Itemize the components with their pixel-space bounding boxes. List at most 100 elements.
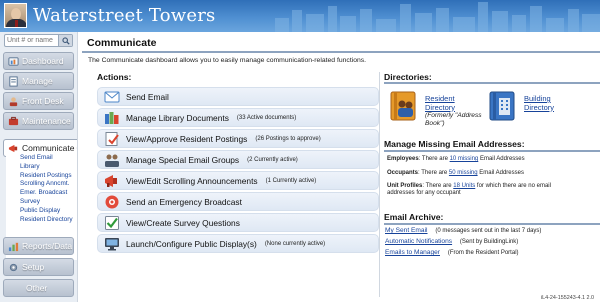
missing-email-rule xyxy=(384,150,600,152)
action-note: (33 Active documents) xyxy=(236,114,297,121)
missing-occupants-line: Occupants: There are 50 missing Email Ad… xyxy=(387,170,597,177)
submenu-resident-directory[interactable]: Resident Directory xyxy=(6,216,77,225)
sidebar-item-label: Communicate xyxy=(22,143,75,153)
sidebar-item-label: Manage xyxy=(22,76,53,86)
building-directory-book-icon xyxy=(489,91,515,121)
submenu-resident-postings[interactable]: Resident Postings xyxy=(6,172,77,181)
column-divider xyxy=(379,72,380,297)
building-directory-link[interactable]: Building Directory xyxy=(486,89,554,123)
action-public-display[interactable]: Launch/Configure Public Display(s) (None… xyxy=(97,234,379,253)
employees-label: Employees xyxy=(387,156,419,162)
sidebar-item-maintenance[interactable]: Maintenance xyxy=(3,112,74,130)
action-label: Send an Emergency Broadcast xyxy=(126,196,242,207)
setup-icon xyxy=(9,263,18,271)
emails-to-manager-link[interactable]: Emails to Manager xyxy=(385,249,440,256)
sidebar-item-other[interactable]: Other xyxy=(3,279,74,297)
missing-email-heading: Manage Missing Email Addresses: xyxy=(384,139,525,149)
occupants-post: Email Addresses xyxy=(477,170,524,176)
sidebar-item-label: Reports/Data xyxy=(22,241,73,251)
title-divider xyxy=(82,51,600,53)
sidebar-item-label: Maintenance xyxy=(22,116,71,126)
survey-check-icon xyxy=(105,215,119,230)
submenu-public-display[interactable]: Public Display xyxy=(6,207,77,216)
email-archive-heading: Email Archive: xyxy=(384,212,444,222)
archive-row-auto: Automatic Notifications (Sent by Buildin… xyxy=(385,238,518,245)
action-label: View/Create Survey Questions xyxy=(126,217,240,228)
submenu-scrolling-anncmt[interactable]: Scrolling Anncmt. xyxy=(6,180,77,189)
resident-directory-book-icon xyxy=(390,91,416,121)
employees-post: Email Addresses xyxy=(478,156,525,162)
sidebar-item-front-desk[interactable]: Front Desk xyxy=(3,92,74,110)
search-icon xyxy=(61,36,70,45)
action-survey-questions[interactable]: View/Create Survey Questions xyxy=(97,213,379,232)
dashboard-icon xyxy=(8,56,19,66)
sidebar: Dashboard Manage Front Desk Maintenance … xyxy=(0,32,77,302)
maintenance-icon xyxy=(8,116,19,125)
my-sent-email-link[interactable]: My Sent Email xyxy=(385,227,428,234)
manage-icon xyxy=(9,75,18,87)
search-button[interactable] xyxy=(58,35,72,46)
sidebar-item-label: Other xyxy=(26,283,48,293)
action-email-groups[interactable]: Manage Special Email Groups (2 Currently… xyxy=(97,150,379,169)
submenu-survey[interactable]: Survey xyxy=(6,198,77,207)
action-manage-library[interactable]: Manage Library Documents (33 Active docu… xyxy=(97,108,379,127)
directories-rule xyxy=(384,82,600,84)
email-icon xyxy=(104,91,120,102)
profiles-units-link[interactable]: 18 Units xyxy=(453,183,475,189)
sidebar-item-label: Dashboard xyxy=(22,56,64,66)
submenu-emer-broadcast[interactable]: Emer. Broadcast xyxy=(6,189,77,198)
sidebar-item-reports-data[interactable]: Reports/Data xyxy=(3,237,74,255)
missing-profiles-line: Unit Profiles: There are 18 Units for wh… xyxy=(387,183,597,198)
city-skyline-graphic xyxy=(275,2,600,32)
submenu-send-email[interactable]: Send Email xyxy=(6,154,77,163)
my-sent-email-note: (0 messages sent out in the last 7 days) xyxy=(435,228,542,234)
user-avatar[interactable] xyxy=(4,3,27,28)
sidebar-item-dashboard[interactable]: Dashboard xyxy=(3,52,74,70)
action-label: Manage Library Documents xyxy=(126,112,229,123)
action-send-email[interactable]: Send Email xyxy=(97,87,379,106)
front-desk-icon xyxy=(9,96,18,106)
profiles-pre: : There are xyxy=(422,183,454,189)
sidebar-item-label: Setup xyxy=(22,262,45,272)
sidebar-item-manage[interactable]: Manage xyxy=(3,72,74,90)
profiles-post-1: for which there are no email xyxy=(475,183,551,189)
occupants-pre: : There are xyxy=(418,170,449,176)
emergency-broadcast-icon xyxy=(105,195,119,208)
building-directory-label-2[interactable]: Directory xyxy=(524,103,554,113)
page-title: Communicate xyxy=(87,37,157,49)
action-note: (26 Postings to approve) xyxy=(255,135,321,142)
action-approve-postings[interactable]: View/Approve Resident Postings (26 Posti… xyxy=(97,129,379,148)
directories-heading: Directories: xyxy=(384,72,432,82)
megaphone-icon xyxy=(105,174,117,187)
archive-row-sent: My Sent Email (0 messages sent out in th… xyxy=(385,227,541,234)
page-intro-text: The Communicate dashboard allows you to … xyxy=(88,57,367,64)
resident-directory-link[interactable]: Resident Directory (Formerly "Address Bo… xyxy=(387,89,482,127)
occupants-missing-link[interactable]: 50 missing xyxy=(449,170,478,176)
unit-search-box xyxy=(4,34,73,47)
employees-pre: : There are xyxy=(418,156,450,162)
action-label: Send Email xyxy=(126,91,169,102)
app-title: Waterstreet Towers xyxy=(33,5,216,26)
resident-directory-sub-1: (Formerly "Address xyxy=(425,112,482,120)
sidebar-item-setup[interactable]: Setup xyxy=(3,258,74,276)
automatic-notifications-note: (Sent by BuildingLink) xyxy=(459,239,519,245)
main-panel: Communicate The Communicate dashboard al… xyxy=(77,32,600,302)
library-books-icon xyxy=(105,111,119,124)
action-label: View/Edit Scrolling Announcements xyxy=(126,175,258,186)
resident-directory-sub-2: Book") xyxy=(425,119,445,127)
emails-to-manager-note: (From the Resident Portal) xyxy=(447,250,519,256)
missing-employees-line: Employees: There are 10 missing Email Ad… xyxy=(387,156,597,163)
action-emergency-broadcast[interactable]: Send an Emergency Broadcast xyxy=(97,192,379,211)
action-note: (None currently active) xyxy=(264,240,326,247)
email-archive-rule xyxy=(384,223,600,225)
resident-directory-label-2[interactable]: Directory xyxy=(425,103,482,113)
action-scrolling-announcements[interactable]: View/Edit Scrolling Announcements (1 Cur… xyxy=(97,171,379,190)
automatic-notifications-link[interactable]: Automatic Notifications xyxy=(385,238,452,245)
unit-search-input[interactable] xyxy=(7,35,57,46)
action-note: (2 Currently active) xyxy=(247,156,298,163)
submenu-library[interactable]: Library xyxy=(6,163,77,172)
action-label: View/Approve Resident Postings xyxy=(126,133,248,144)
app-header: Waterstreet Towers xyxy=(0,0,600,32)
communicate-icon xyxy=(8,144,18,152)
employees-missing-link[interactable]: 10 missing xyxy=(450,156,479,162)
